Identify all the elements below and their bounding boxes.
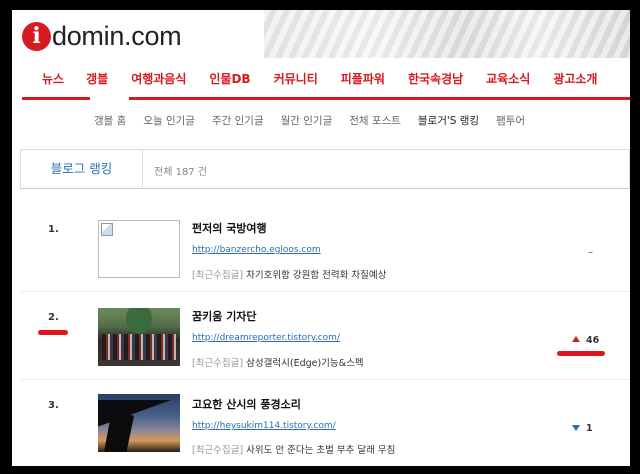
broken-image-icon bbox=[101, 223, 113, 236]
logo-text: domin.com bbox=[52, 20, 182, 51]
nav-item-people-db[interactable]: 인물DB bbox=[209, 71, 250, 91]
rank-number: 1. bbox=[48, 224, 59, 235]
subnav-item-today[interactable]: 오늘 인기글 bbox=[143, 113, 195, 128]
tab-blog-ranking[interactable]: 블로그 랭킹 bbox=[21, 150, 143, 189]
blog-url[interactable]: http://banzercho.egloos.com bbox=[192, 245, 321, 255]
highlight-mark-trend bbox=[557, 351, 605, 356]
recent-post-title: 사위도 안 준다는 초벌 부추 달래 무침 bbox=[246, 445, 396, 456]
subnav-item-famtour[interactable]: 팸투어 bbox=[496, 113, 525, 128]
ranking-row: 2. 꿈키움 기자단 http://dreamreporter.tistory.… bbox=[20, 292, 630, 380]
nav-active-underline bbox=[22, 97, 90, 100]
trend-value: 1 bbox=[586, 423, 593, 434]
ranking-row: 1. 펀저의 국방여행 http://banzercho.egloos.com … bbox=[20, 192, 630, 292]
nav-item-community[interactable]: 커뮤니티 bbox=[274, 71, 318, 91]
subnav-item-all-posts[interactable]: 전체 포스트 bbox=[349, 113, 401, 128]
nav-item-ad-intro[interactable]: 광고소개 bbox=[553, 71, 597, 91]
rank-number: 3. bbox=[48, 400, 59, 411]
recent-post[interactable]: [최근수집글] 사위도 안 준다는 초벌 부추 달래 무침 bbox=[192, 442, 395, 456]
blog-title[interactable]: 펀저의 국방여행 bbox=[192, 220, 267, 236]
blog-title[interactable]: 꿈키움 기자단 bbox=[192, 308, 257, 324]
recent-post-title: 차기호위함 강원함 전력화 차질예상 bbox=[246, 270, 387, 281]
header-banner-image bbox=[264, 10, 630, 58]
recent-post-title: 삼성갤럭시(Edge)기능&스펙 bbox=[246, 358, 364, 369]
nav-item-gyeongnam[interactable]: 한국속경남 bbox=[408, 71, 463, 91]
nav-item-travel-food[interactable]: 여행과음식 bbox=[131, 71, 186, 91]
browser-page: i domin.com 뉴스 갱블 여행과음식 인물DB 커뮤니티 피플파워 한… bbox=[12, 10, 630, 466]
blog-thumbnail[interactable] bbox=[98, 394, 180, 452]
highlight-mark-rank bbox=[38, 330, 68, 335]
recent-post-tag: [최근수집글] bbox=[192, 445, 244, 456]
subnav-item-weekly[interactable]: 주간 인기글 bbox=[212, 113, 264, 128]
trend-value: 46 bbox=[586, 335, 600, 346]
trend-indicator: – bbox=[588, 247, 593, 258]
blog-thumbnail[interactable] bbox=[98, 220, 180, 278]
arrow-down-icon bbox=[572, 425, 580, 431]
nav-item-news[interactable]: 뉴스 bbox=[42, 71, 64, 91]
site-logo[interactable]: i domin.com bbox=[22, 19, 182, 53]
nav-item-education[interactable]: 교육소식 bbox=[486, 71, 530, 91]
nav-item-gaengble[interactable]: 갱블 bbox=[86, 71, 108, 91]
logo-i-mark: i bbox=[22, 21, 51, 51]
blog-thumbnail[interactable] bbox=[98, 308, 180, 366]
recent-post[interactable]: [최근수집글] 차기호위함 강원함 전력화 차질예상 bbox=[192, 267, 386, 281]
total-count: 전체 187 건 bbox=[154, 167, 208, 178]
nav-item-people-power[interactable]: 피플파워 bbox=[341, 71, 385, 91]
subnav-item-home[interactable]: 갱블 홈 bbox=[94, 113, 126, 128]
blog-title[interactable]: 고요한 산시의 풍경소리 bbox=[192, 396, 301, 412]
subnav-item-blogger-ranking[interactable]: 블로거'S 랭킹 bbox=[418, 113, 479, 128]
ranking-header: 블로그 랭킹 전체 187 건 bbox=[20, 149, 630, 189]
trend-indicator: 46 bbox=[572, 335, 599, 346]
recent-post-tag: [최근수집글] bbox=[192, 358, 244, 369]
rank-number: 2. bbox=[48, 312, 59, 323]
ranking-row: 3. 고요한 산시의 풍경소리 http://heysukim114.tisto… bbox=[20, 380, 630, 466]
arrow-up-icon bbox=[572, 336, 580, 342]
trend-indicator: 1 bbox=[572, 423, 593, 434]
subnav-item-monthly[interactable]: 월간 인기글 bbox=[281, 113, 333, 128]
sub-nav: 갱블 홈 오늘 인기글 주간 인기글 월간 인기글 전체 포스트 블로거'S 랭… bbox=[94, 113, 542, 128]
group-photo-people bbox=[102, 334, 176, 360]
main-nav: 뉴스 갱블 여행과음식 인물DB 커뮤니티 피플파워 한국속경남 교육소식 광고… bbox=[22, 71, 630, 99]
blog-url[interactable]: http://heysukim114.tistory.com/ bbox=[192, 421, 336, 431]
blog-url[interactable]: http://dreamreporter.tistory.com/ bbox=[192, 333, 340, 343]
recent-post[interactable]: [최근수집글] 삼성갤럭시(Edge)기능&스펙 bbox=[192, 355, 364, 369]
recent-post-tag: [최근수집글] bbox=[192, 270, 244, 281]
nav-underline bbox=[129, 97, 630, 100]
